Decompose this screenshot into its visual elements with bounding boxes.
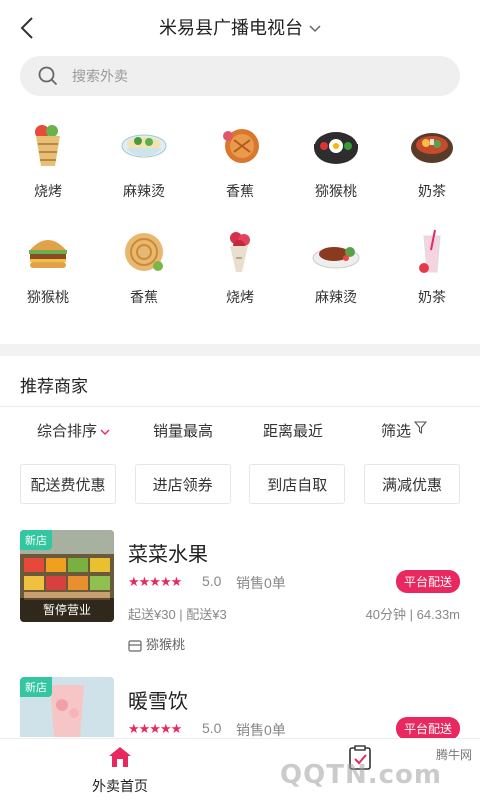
chevron-down-icon [100, 429, 110, 435]
filter-button[interactable]: 筛选 [381, 420, 428, 441]
chip-coupon[interactable]: 进店领券 [134, 464, 231, 504]
category-label: 烧烤 [226, 289, 254, 305]
store-icon [128, 639, 142, 652]
new-shop-badge: 新店 [20, 530, 52, 550]
sort-comprehensive[interactable]: 综合排序 [37, 420, 110, 441]
chip-delivery-discount[interactable]: 配送费优惠 [20, 464, 116, 504]
rating-value: 5.0 [202, 720, 222, 736]
watermark-logo: QQTN.com [280, 760, 442, 790]
category-label: 奶茶 [418, 183, 446, 199]
category-label: 猕猴桃 [315, 183, 357, 199]
category-item[interactable]: 奶茶 [384, 116, 480, 199]
shop-name: 菜菜水果 [128, 544, 208, 566]
sort-distance[interactable]: 距离最近 [263, 420, 323, 441]
rating-stars: ★★★★★ [128, 721, 182, 736]
platform-delivery-badge: 平台配送 [395, 570, 460, 593]
sort-label: 综合排序 [37, 423, 98, 440]
sort-sales[interactable]: 销量最高 [153, 420, 213, 441]
category-label: 香蕉 [130, 289, 158, 305]
filter-chips: 配送费优惠 进店领券 到店自取 满减优惠 [20, 464, 460, 504]
divider [0, 406, 480, 407]
location-selector[interactable]: 米易县广播电视台 [0, 14, 480, 40]
wrap-food-icon [35, 125, 60, 166]
shop-thumbnail: 新店 [20, 677, 114, 737]
noodle-bowl-icon [121, 134, 167, 158]
home-icon [109, 747, 131, 767]
stew-pot-icon [411, 133, 453, 163]
section-divider [0, 344, 480, 356]
category-label: 麻辣烫 [315, 289, 357, 305]
chevron-down-icon [309, 25, 321, 33]
chip-full-reduction[interactable]: 满减优惠 [363, 464, 460, 504]
recommend-title: 推荐商家 [20, 377, 88, 396]
nav-home-label: 外卖首页 [92, 778, 148, 794]
sales-count: 销售0单 [236, 575, 286, 591]
shop-card[interactable]: 新店 暂停营业 菜菜水果 ★★★★★ 5.0 销售0单 平台配送 起送¥30 |… [0, 530, 480, 670]
tag-label: 猕猴桃 [146, 637, 186, 652]
category-item[interactable]: 烧烤 [192, 222, 288, 305]
hotpot-icon [314, 132, 358, 164]
search-icon [38, 66, 58, 86]
flower-bouquet-icon [230, 232, 250, 272]
category-item[interactable]: 香蕉 [192, 116, 288, 199]
filter-label: 筛选 [381, 423, 412, 440]
category-label: 猕猴桃 [27, 289, 69, 305]
rating-stars: ★★★★★ [128, 574, 182, 589]
steak-icon [312, 247, 360, 269]
platform-delivery-badge: 平台配送 [395, 717, 460, 740]
new-shop-badge: 新店 [20, 677, 52, 697]
category-item[interactable]: 奶茶 [384, 222, 480, 305]
category-label: 麻辣烫 [123, 183, 165, 199]
filter-icon [413, 421, 428, 435]
pancake-icon [125, 233, 163, 271]
chip-self-pickup[interactable]: 到店自取 [249, 464, 346, 504]
search-bar[interactable] [20, 56, 460, 96]
category-item[interactable]: 香蕉 [96, 222, 192, 305]
category-grid: 烧烤 麻辣烫 香蕉 猕猴桃 奶茶 猕猴桃 香蕉 烧烤 麻辣烫 奶茶 [0, 116, 480, 305]
nav-home[interactable]: 外卖首页 [70, 745, 170, 796]
shop-name: 暖雪饮 [128, 691, 188, 713]
search-input[interactable] [72, 56, 442, 96]
sales-count: 销售0单 [236, 722, 286, 738]
milkshake-icon [419, 229, 441, 273]
category-item[interactable]: 烧烤 [0, 116, 96, 199]
pie-icon [223, 129, 259, 163]
category-item[interactable]: 猕猴桃 [0, 222, 96, 305]
category-label: 香蕉 [226, 183, 254, 199]
shop-thumbnail: 新店 暂停营业 [20, 530, 114, 622]
category-item[interactable]: 麻辣烫 [96, 116, 192, 199]
page-title: 米易县广播电视台 [159, 18, 303, 38]
sort-bar: 综合排序 销量最高 距离最近 筛选 [0, 420, 480, 442]
category-item[interactable]: 麻辣烫 [288, 222, 384, 305]
category-item[interactable]: 猕猴桃 [288, 116, 384, 199]
category-label: 烧烤 [34, 183, 62, 199]
closed-label: 暂停营业 [20, 598, 114, 622]
shop-category-tag: 猕猴桃 [128, 634, 185, 653]
delivery-fee-info: 起送¥30 | 配送¥3 [128, 607, 227, 622]
category-label: 奶茶 [418, 289, 446, 305]
rating-value: 5.0 [202, 573, 222, 589]
distance-info: 40分钟 | 64.33m [365, 607, 460, 622]
header: 米易县广播电视台 [0, 0, 480, 56]
burger-icon [29, 240, 67, 268]
